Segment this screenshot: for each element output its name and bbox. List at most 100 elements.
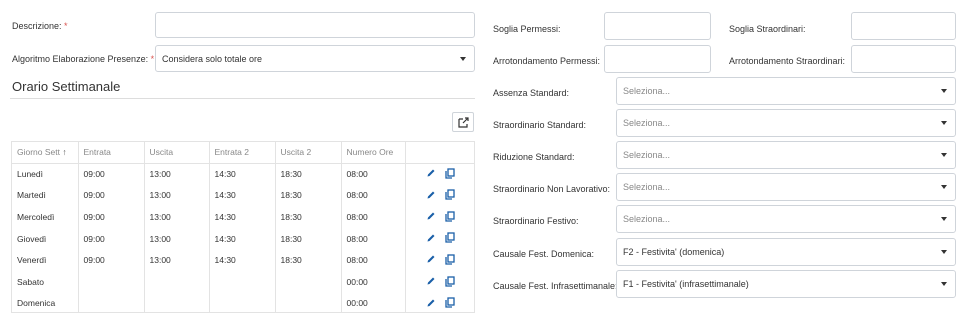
algoritmo-select[interactable]: Considera solo totale ore <box>155 45 475 72</box>
straordinario-non-lavorativo-value: Seleziona... <box>623 182 671 192</box>
copy-icon[interactable] <box>444 189 455 200</box>
copy-icon[interactable] <box>444 275 455 287</box>
straordinario-festivo-select[interactable]: Seleziona... <box>616 205 956 233</box>
col-actions-header <box>405 142 474 164</box>
straordinario-standard-label: Straordinario Standard: <box>493 120 587 130</box>
copy-icon[interactable] <box>444 254 455 265</box>
assenza-standard-select[interactable]: Seleziona... <box>616 77 956 105</box>
descrizione-input[interactable] <box>155 12 475 38</box>
col-entrata2-header[interactable]: Entrata 2 <box>209 142 276 164</box>
riduzione-standard-value: Seleziona... <box>623 150 671 160</box>
copy-icon[interactable] <box>444 232 455 243</box>
arrotondamento-permessi-input[interactable] <box>604 45 711 73</box>
uscita-cell: 13:00 <box>144 227 210 250</box>
uscita2-cell: 18:30 <box>275 249 342 271</box>
straordinario-standard-value: Seleziona... <box>623 118 671 128</box>
table-row[interactable]: Venerdì 09:00 13:00 14:30 18:30 08:00 <box>12 249 474 271</box>
straordinario-non-lavorativo-label: Straordinario Non Lavorativo: <box>493 184 611 194</box>
pencil-icon[interactable] <box>426 298 436 308</box>
table-row[interactable]: Lunedì 09:00 13:00 14:30 18:30 08:00 <box>12 163 474 185</box>
col-uscita-header[interactable]: Uscita <box>144 142 210 164</box>
col-giorno-header[interactable]: Giorno Sett ↑ <box>12 142 79 164</box>
col-uscita2-header[interactable]: Uscita 2 <box>275 142 342 164</box>
caret-down-icon <box>941 121 947 125</box>
entrata-cell: 09:00 <box>78 184 145 207</box>
soglia-permessi-label: Soglia Permessi: <box>493 24 561 34</box>
uscita2-cell <box>275 270 342 293</box>
arrotondamento-straordinari-label: Arrotondamento Straordinari: <box>729 56 846 66</box>
uscita2-cell: 18:30 <box>275 184 342 207</box>
export-button[interactable] <box>452 112 474 132</box>
entrata-cell: 09:00 <box>78 206 145 228</box>
pencil-icon[interactable] <box>426 190 436 200</box>
straordinario-non-lavorativo-select[interactable]: Seleziona... <box>616 173 956 201</box>
uscita-cell <box>144 292 210 312</box>
caret-down-icon <box>460 56 466 61</box>
causale-domenica-value: F2 - Festivita' (domenica) <box>623 247 725 257</box>
entrata-cell: 09:00 <box>78 163 145 185</box>
giorno-cell: Mercoledì <box>12 206 79 228</box>
causale-domenica-select[interactable]: F2 - Festivita' (domenica) <box>616 238 956 266</box>
copy-icon[interactable] <box>444 297 455 308</box>
table-row[interactable]: Martedì 09:00 13:00 14:30 18:30 08:00 <box>12 184 474 207</box>
entrata2-cell: 14:30 <box>209 206 276 228</box>
row-actions <box>405 228 474 250</box>
arrotondamento-straordinari-input[interactable] <box>851 45 956 73</box>
table-row[interactable]: Domenica 00:00 <box>12 292 474 312</box>
col-entrata-header[interactable]: Entrata <box>78 142 145 164</box>
ore-cell: 08:00 <box>341 163 406 185</box>
row-actions <box>405 249 474 271</box>
row-actions <box>405 163 474 185</box>
giorno-cell: Sabato <box>12 270 79 293</box>
entrata2-cell <box>209 292 276 312</box>
caret-down-icon <box>941 89 947 93</box>
giorno-cell: Venerdì <box>12 249 79 271</box>
giorno-cell: Martedì <box>12 184 79 207</box>
row-actions <box>405 185 474 207</box>
causale-infrasettimanale-value: F1 - Festivita' (infrasettimanale) <box>623 279 749 289</box>
entrata2-cell: 14:30 <box>209 227 276 250</box>
uscita-cell: 13:00 <box>144 249 210 271</box>
straordinario-festivo-label: Straordinario Festivo: <box>493 216 579 226</box>
ore-cell: 00:00 <box>341 292 406 312</box>
ore-cell: 08:00 <box>341 249 406 271</box>
ore-cell: 08:00 <box>341 184 406 207</box>
pencil-icon[interactable] <box>426 233 436 243</box>
caret-down-icon <box>941 153 947 157</box>
soglia-straordinari-label: Soglia Straordinari: <box>729 24 806 34</box>
table-row[interactable]: Giovedì 09:00 13:00 14:30 18:30 08:00 <box>12 227 474 250</box>
causale-infrasettimanale-select[interactable]: F1 - Festivita' (infrasettimanale) <box>616 270 956 298</box>
col-ore-header[interactable]: Numero Ore <box>341 142 406 164</box>
copy-icon[interactable] <box>444 211 455 222</box>
table-row[interactable]: Mercoledì 09:00 13:00 14:30 18:30 08:00 <box>12 206 474 228</box>
uscita-cell: 13:00 <box>144 184 210 207</box>
giorno-cell: Lunedì <box>12 163 79 185</box>
entrata-cell: 09:00 <box>78 249 145 271</box>
sort-asc-icon: ↑ <box>62 147 67 158</box>
soglia-permessi-input[interactable] <box>604 12 711 40</box>
row-actions <box>405 293 474 312</box>
ore-cell: 08:00 <box>341 227 406 250</box>
uscita2-cell <box>275 292 342 312</box>
pencil-icon[interactable] <box>426 211 436 221</box>
giorno-cell: Domenica <box>12 292 79 312</box>
entrata2-cell: 14:30 <box>209 163 276 185</box>
pencil-icon[interactable] <box>426 276 436 286</box>
soglia-straordinari-input[interactable] <box>851 12 956 40</box>
caret-down-icon <box>941 185 947 189</box>
uscita-cell: 13:00 <box>144 163 210 185</box>
straordinario-standard-select[interactable]: Seleziona... <box>616 109 956 137</box>
export-icon <box>457 116 469 128</box>
arrotondamento-permessi-label: Arrotondamento Permessi: <box>493 56 601 66</box>
causale-infrasettimanale-label: Causale Fest. Infrasettimanale: <box>493 281 618 291</box>
pencil-icon[interactable] <box>426 168 436 178</box>
uscita2-cell: 18:30 <box>275 163 342 185</box>
ore-cell: 00:00 <box>341 270 406 293</box>
riduzione-standard-select[interactable]: Seleziona... <box>616 141 956 169</box>
assenza-standard-value: Seleziona... <box>623 86 671 96</box>
entrata-cell <box>78 292 145 312</box>
pencil-icon[interactable] <box>426 254 436 264</box>
copy-icon[interactable] <box>444 168 455 179</box>
causale-domenica-label: Causale Fest. Domenica: <box>493 249 595 259</box>
table-row[interactable]: Sabato 00:00 <box>12 270 474 293</box>
